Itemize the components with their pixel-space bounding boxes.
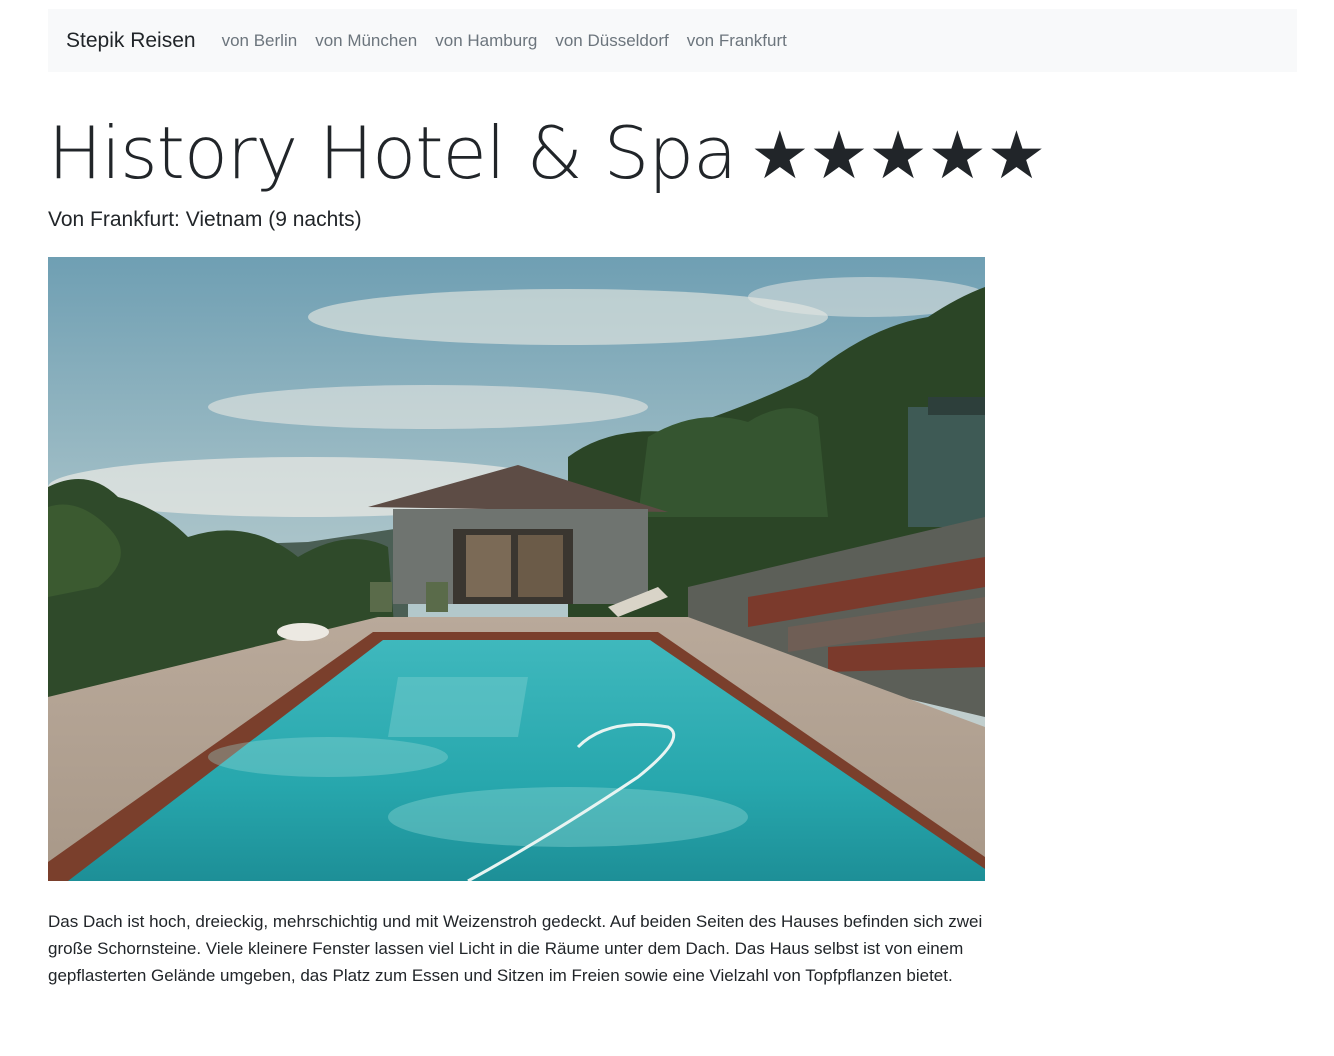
nav-link-duesseldorf[interactable]: von Düsseldorf bbox=[555, 31, 668, 51]
trip-subtitle: Von Frankfurt: Vietnam (9 nachts) bbox=[48, 208, 362, 231]
nav-link-hamburg[interactable]: von Hamburg bbox=[435, 31, 537, 51]
nav-link-muenchen[interactable]: von München bbox=[315, 31, 417, 51]
nav-link-frankfurt[interactable]: von Frankfurt bbox=[687, 31, 787, 51]
nav-links: von Berlin von München von Hamburg von D… bbox=[222, 31, 805, 51]
hotel-title: History Hotel & Spa ★★★★★ bbox=[48, 104, 1046, 205]
brand-link[interactable]: Stepik Reisen bbox=[66, 29, 196, 53]
hotel-photo bbox=[48, 257, 985, 881]
navbar: Stepik Reisen von Berlin von München von… bbox=[48, 9, 1297, 72]
nav-link-berlin[interactable]: von Berlin bbox=[222, 31, 298, 51]
hotel-description: Das Dach ist hoch, dreieckig, mehrschich… bbox=[48, 912, 983, 985]
hotel-name: History Hotel & Spa bbox=[48, 111, 737, 195]
star-rating: ★★★★★ bbox=[750, 117, 1047, 194]
